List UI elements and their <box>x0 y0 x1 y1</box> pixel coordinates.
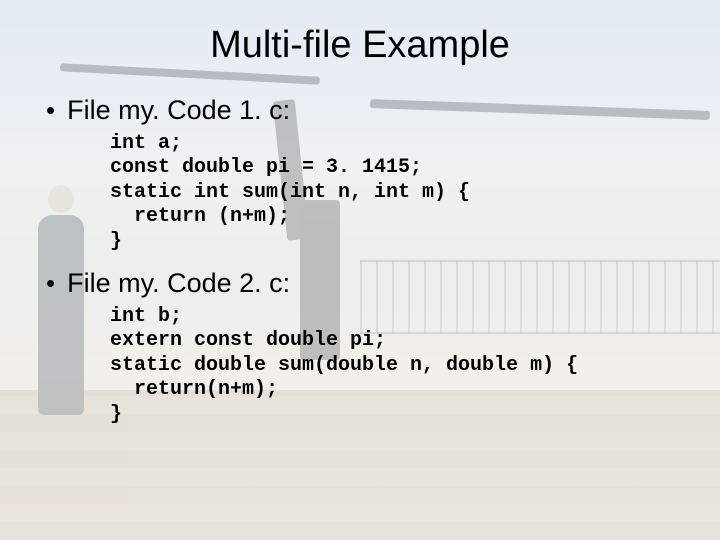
bullet-label: File my. Code 2. c: <box>67 268 290 299</box>
code-block: int b; extern const double pi; static do… <box>110 305 684 427</box>
code-block: int a; const double pi = 3. 1415; static… <box>110 132 684 254</box>
slide-title: Multi-file Example <box>36 24 684 67</box>
bullet-icon: • <box>46 97 55 123</box>
slide: Multi-file Example • File my. Code 1. c:… <box>0 0 720 540</box>
list-item: • File my. Code 2. c: int b; extern cons… <box>46 268 684 427</box>
bullet-list: • File my. Code 1. c: int a; const doubl… <box>36 95 684 427</box>
bullet-icon: • <box>46 270 55 296</box>
bullet-label: File my. Code 1. c: <box>67 95 290 126</box>
content-area: Multi-file Example • File my. Code 1. c:… <box>0 0 720 427</box>
list-item: • File my. Code 1. c: int a; const doubl… <box>46 95 684 254</box>
